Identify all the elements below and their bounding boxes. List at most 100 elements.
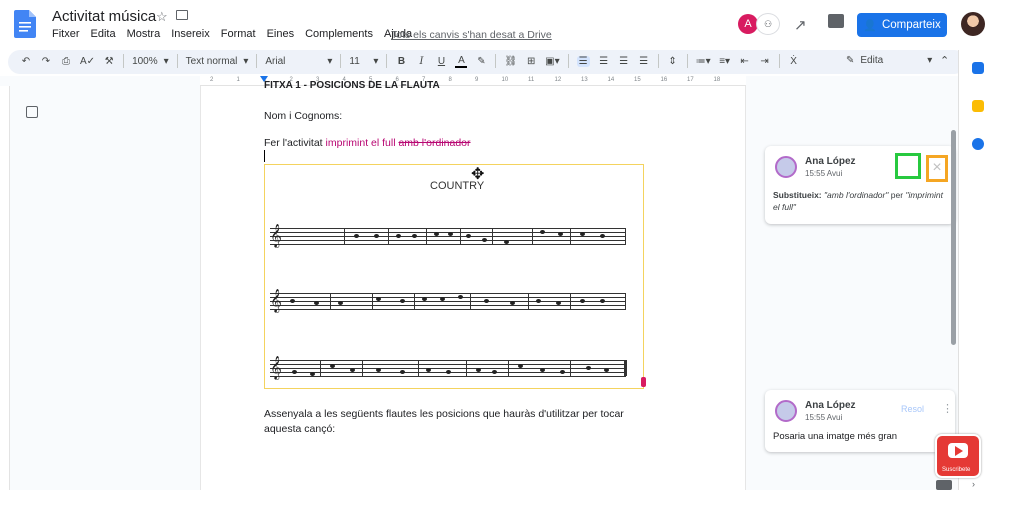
suggestion-connector: per: [890, 190, 904, 200]
share-button[interactable]: 👤 Comparteix: [857, 13, 947, 37]
document-title[interactable]: Activitat música: [52, 8, 156, 25]
menu-format[interactable]: Format: [221, 28, 256, 40]
bold-icon[interactable]: B: [395, 56, 407, 67]
treble-clef-icon: 𝄞: [270, 355, 282, 379]
align-left-icon[interactable]: ☰: [576, 55, 590, 67]
bottom-margin: [0, 490, 1024, 512]
align-right-icon[interactable]: ☰: [618, 56, 630, 67]
clear-formatting-icon[interactable]: Ẋ: [788, 56, 800, 67]
menu-eines[interactable]: Eines: [267, 28, 295, 40]
instructions-paragraph: Assenyala a les següents flautes les pos…: [264, 408, 624, 435]
more-options-icon[interactable]: ⋮: [942, 402, 953, 415]
comment-author: Ana López: [805, 156, 856, 167]
reject-suggestion-button[interactable]: ×: [926, 155, 948, 182]
ruler-tick-label: 16: [660, 77, 668, 83]
tasks-icon[interactable]: [972, 138, 984, 150]
add-icon[interactable]: [936, 480, 952, 490]
insert-image-icon[interactable]: ▣▾: [545, 56, 559, 67]
suggestion-marker[interactable]: [641, 377, 646, 387]
toolbar-divider: [495, 54, 497, 68]
ruler-tick-label: 15: [634, 77, 641, 83]
suggestion-text: Substitueix: "amb l'ordinador" per "impr…: [773, 189, 951, 213]
chevron-right-icon[interactable]: ›: [972, 479, 975, 489]
menu-fitxer[interactable]: Fitxer: [52, 28, 80, 40]
google-docs-logo-icon[interactable]: [14, 10, 36, 38]
style-select[interactable]: Text normal ▾: [186, 56, 249, 67]
vertical-scrollbar[interactable]: [951, 130, 956, 345]
editing-mode-select[interactable]: ✎ Edita ▾: [846, 55, 932, 66]
align-center-icon[interactable]: ☰: [598, 56, 610, 67]
text-color-icon[interactable]: A: [455, 55, 468, 68]
play-triangle-icon: [955, 446, 963, 456]
comment-time: 15:55 Avui: [805, 413, 843, 422]
zoom-select[interactable]: 100% ▾: [132, 56, 169, 67]
keep-icon[interactable]: [972, 100, 984, 112]
calendar-icon[interactable]: [972, 62, 984, 74]
italic-icon[interactable]: I: [415, 56, 427, 67]
line-spacing-icon[interactable]: ⇕: [667, 56, 679, 67]
move-cursor-icon: ✥: [471, 166, 485, 183]
heading-text: FITXA 1 - POSICIONS DE LA FLAUTA: [264, 80, 440, 91]
comment-time: 15:55 Avui: [805, 169, 843, 178]
toolbar-divider: [340, 54, 342, 68]
decrease-indent-icon[interactable]: ⇤: [739, 56, 751, 67]
underline-icon[interactable]: U: [435, 56, 447, 67]
suggested-insertion[interactable]: imprimint el full: [326, 137, 396, 149]
increase-indent-icon[interactable]: ⇥: [759, 56, 771, 67]
menu-complements[interactable]: Complements: [305, 28, 373, 40]
menu-insereix[interactable]: Insereix: [171, 28, 210, 40]
font-value: Arial: [265, 55, 286, 67]
menu-mostra[interactable]: Mostra: [127, 28, 161, 40]
text-cursor: [264, 150, 265, 162]
ruler-tick-label: 14: [607, 77, 615, 83]
activity-dashboard-icon[interactable]: ↗: [794, 16, 807, 34]
ruler-tick-label: 9: [475, 77, 479, 83]
paint-format-icon[interactable]: ⚒: [103, 56, 115, 67]
resolve-button[interactable]: Resol: [901, 404, 924, 414]
spellcheck-icon[interactable]: A✓: [80, 56, 95, 67]
subscribe-label: Suscribete: [942, 467, 971, 473]
treble-clef-icon: 𝄞: [270, 223, 282, 247]
music-staff-2: 𝄞: [270, 288, 626, 312]
move-to-folder-icon[interactable]: [176, 10, 188, 20]
print-icon[interactable]: ⎙: [60, 56, 72, 67]
menu-edita[interactable]: Edita: [91, 28, 116, 40]
ruler-tick-label: 2: [210, 77, 214, 83]
collaborator-avatar[interactable]: A: [738, 14, 758, 34]
save-status-link[interactable]: Tots els canvis s'han desat a Drive: [391, 29, 552, 41]
comment-card[interactable]: Ana López 15:55 Avui: [765, 390, 955, 452]
accept-suggestion-button[interactable]: [895, 153, 921, 179]
font-select[interactable]: Arial ▾: [265, 56, 332, 67]
menu-bar: Fitxer Edita Mostra Insereix Format Eine…: [52, 28, 412, 40]
hide-menus-icon[interactable]: ⌃: [940, 54, 949, 67]
font-size-select[interactable]: 11 ▾: [349, 56, 378, 67]
font-size-value: 11: [349, 55, 360, 67]
name-line: Nom i Cognoms:: [264, 110, 343, 122]
style-value: Text normal: [185, 55, 238, 67]
activity-prefix: Fer l'activitat: [264, 137, 326, 149]
toolbar-divider: [657, 54, 659, 68]
star-icon[interactable]: ☆: [156, 9, 168, 25]
bulleted-list-icon[interactable]: ≡▾: [719, 56, 731, 67]
undo-icon[interactable]: ↶: [20, 56, 32, 67]
anonymous-users-icon[interactable]: ⚇: [756, 13, 780, 35]
chevron-down-icon: ▾: [327, 55, 333, 67]
close-icon: ×: [932, 159, 942, 176]
ruler-tick-label: 17: [687, 77, 694, 83]
chevron-down-icon: ▾: [163, 55, 169, 67]
account-avatar[interactable]: [961, 12, 985, 36]
redo-icon[interactable]: ↷: [40, 56, 52, 67]
numbered-list-icon[interactable]: ≔▾: [696, 56, 711, 67]
sheet-music-image[interactable]: [264, 164, 644, 389]
comment-history-icon[interactable]: [828, 14, 844, 28]
document-outline-icon[interactable]: [26, 106, 38, 118]
ruler-tick-label: 18: [713, 77, 721, 83]
align-justify-icon[interactable]: ☰: [638, 56, 650, 67]
activity-line: Fer l'activitat imprimint el full amb l'…: [264, 137, 471, 149]
suggested-deletion[interactable]: amb l'ordinador: [398, 137, 470, 149]
highlight-color-icon[interactable]: ✎: [475, 56, 487, 67]
insert-comment-icon[interactable]: ⊞: [525, 56, 537, 67]
side-panel-rail: [958, 50, 1000, 490]
person-add-icon: 👤: [863, 19, 877, 32]
insert-link-icon[interactable]: ⛓: [504, 56, 517, 67]
